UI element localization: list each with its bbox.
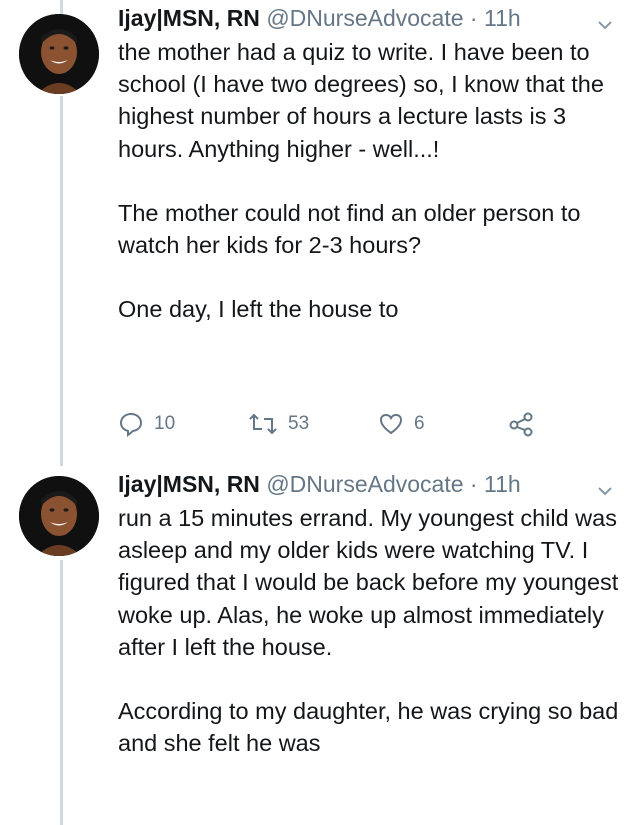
reply-count: 10 [154, 413, 176, 434]
reply-icon [118, 411, 144, 437]
tweet-header: Ijay|MSN, RN @DNurseAdvocate · 11h [118, 466, 630, 502]
timestamp[interactable]: 11h [484, 471, 521, 497]
tweet[interactable]: Ijay|MSN, RN @DNurseAdvocate · 11h the m… [0, 0, 640, 460]
share-icon [508, 411, 534, 437]
tweet-header: Ijay|MSN, RN @DNurseAdvocate · 11h [118, 0, 630, 36]
tweet-paragraph: run a 15 minutes errand. My youngest chi… [118, 505, 619, 660]
separator: · [469, 5, 478, 31]
chevron-down-icon[interactable] [596, 8, 614, 30]
chevron-down-icon[interactable] [596, 474, 614, 496]
retweet-icon [248, 411, 278, 437]
author-handle[interactable]: @DNurseAdvocate [266, 471, 463, 497]
retweet-count: 53 [288, 413, 310, 434]
tweet-paragraph: the mother had a quiz to write. I have b… [118, 39, 604, 162]
avatar[interactable] [19, 476, 99, 556]
tweet[interactable]: Ijay|MSN, RN @DNurseAdvocate · 11h run a… [0, 466, 640, 825]
share-button[interactable] [508, 408, 534, 440]
like-count: 6 [414, 413, 425, 434]
tweet-actions: 10 53 6 [118, 408, 578, 440]
tweet-paragraph: According to my daughter, he was crying … [118, 698, 619, 757]
reply-button[interactable]: 10 [118, 408, 175, 440]
separator: · [469, 471, 478, 497]
like-icon [378, 411, 404, 437]
timestamp[interactable]: 11h [484, 5, 521, 31]
tweet-paragraph: One day, I left the house to [118, 296, 399, 323]
avatar[interactable] [19, 14, 99, 94]
like-button[interactable]: 6 [378, 408, 425, 440]
tweet-text: the mother had a quiz to write. I have b… [118, 36, 630, 325]
author-name[interactable]: Ijay|MSN, RN [118, 5, 260, 31]
author-name[interactable]: Ijay|MSN, RN [118, 471, 260, 497]
tweet-paragraph: The mother could not find an older perso… [118, 199, 581, 259]
retweet-button[interactable]: 53 [248, 408, 309, 440]
author-handle[interactable]: @DNurseAdvocate [266, 5, 463, 31]
tweet-text: run a 15 minutes errand. My youngest chi… [118, 502, 630, 759]
